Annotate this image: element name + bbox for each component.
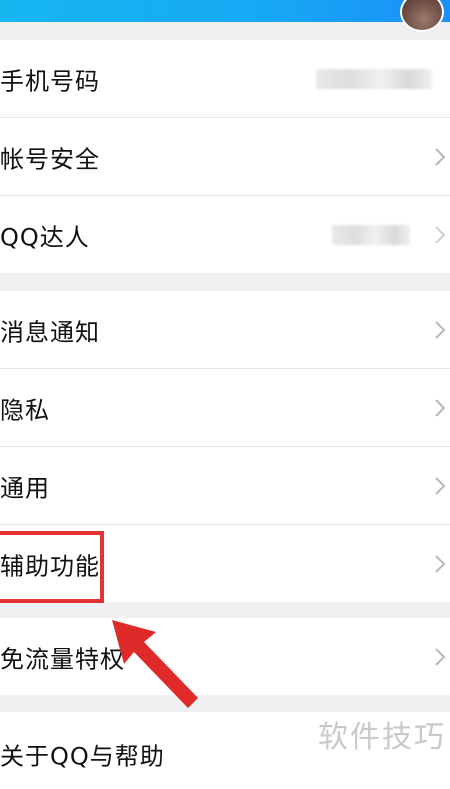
settings-item-free-data[interactable]: 免流量特权 bbox=[0, 618, 450, 695]
settings-item-account-security[interactable]: 帐号安全 bbox=[0, 118, 450, 196]
qq-master-value-blurred bbox=[332, 224, 410, 245]
settings-item-qq-master[interactable]: QQ达人 bbox=[0, 196, 450, 273]
chevron-right-icon bbox=[435, 476, 446, 495]
chevron-right-icon bbox=[435, 147, 446, 166]
settings-item-phone[interactable]: 手机号码 bbox=[0, 40, 450, 118]
chevron-right-icon bbox=[435, 554, 446, 573]
chevron-right-icon bbox=[435, 647, 446, 666]
avatar[interactable] bbox=[400, 0, 444, 32]
header-bar bbox=[0, 0, 450, 32]
settings-item-label: 手机号码 bbox=[0, 67, 100, 95]
settings-item-label: 隐私 bbox=[0, 396, 50, 424]
settings-item-label: 免流量特权 bbox=[0, 645, 125, 673]
settings-item-notifications[interactable]: 消息通知 bbox=[0, 291, 450, 369]
settings-item-label: 通用 bbox=[0, 474, 50, 502]
phone-value-blurred bbox=[316, 68, 432, 89]
red-arrow bbox=[112, 620, 198, 708]
watermark-text: 软件技巧 bbox=[318, 720, 446, 755]
settings-item-label: 消息通知 bbox=[0, 318, 100, 346]
settings-item-label: 关于QQ与帮助 bbox=[0, 742, 165, 771]
settings-group-data: 免流量特权 bbox=[0, 618, 450, 695]
settings-item-privacy[interactable]: 隐私 bbox=[0, 369, 450, 447]
settings-group-account: 手机号码 帐号安全 QQ达人 bbox=[0, 40, 450, 273]
settings-item-label: 帐号安全 bbox=[0, 145, 100, 173]
settings-item-label: QQ达人 bbox=[0, 223, 90, 251]
chevron-right-icon bbox=[435, 320, 446, 339]
chevron-right-icon bbox=[435, 398, 446, 417]
highlight-box bbox=[0, 531, 104, 603]
chevron-right-icon bbox=[435, 225, 446, 244]
settings-item-general[interactable]: 通用 bbox=[0, 447, 450, 525]
